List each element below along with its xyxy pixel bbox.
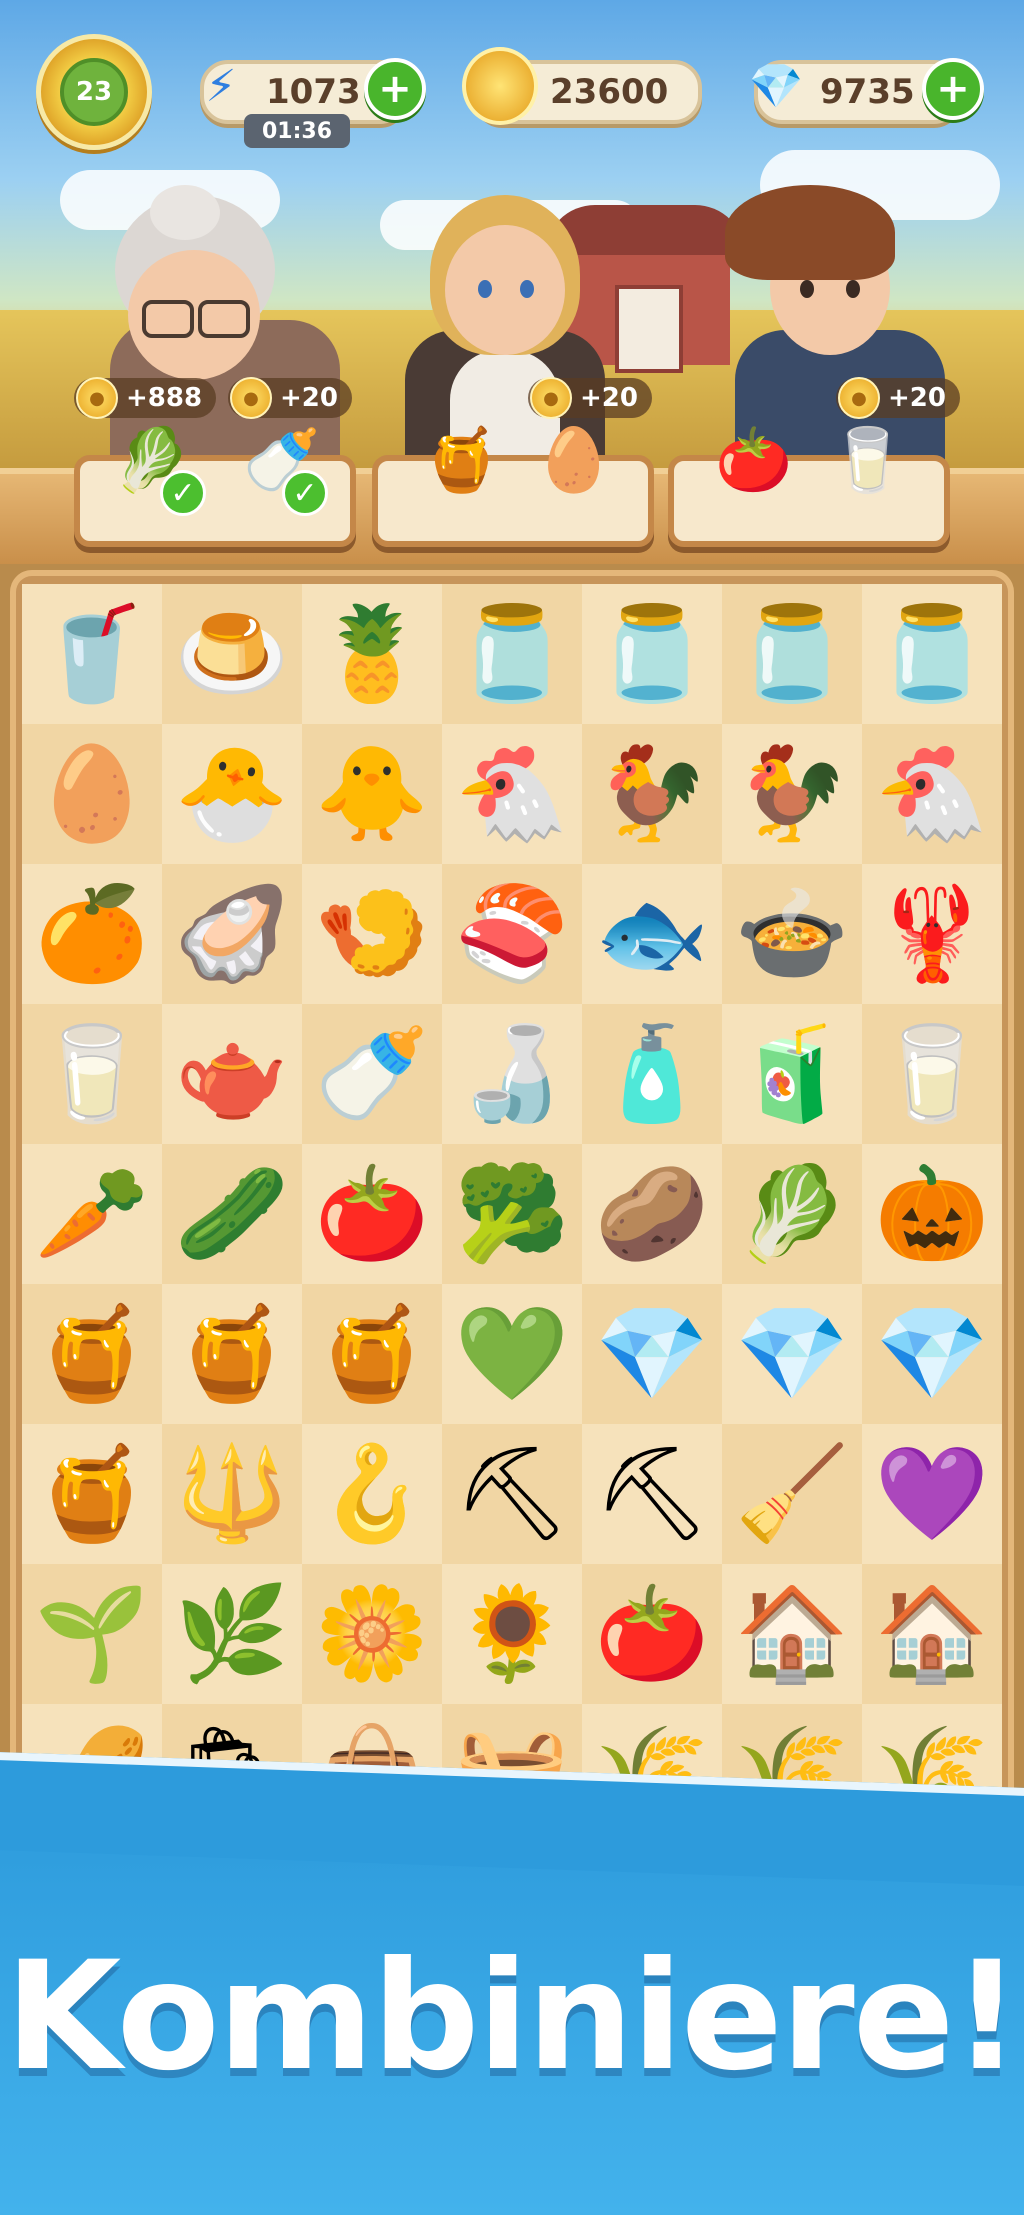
hand-fork-icon[interactable]: 🔱 [162,1424,302,1564]
coin-icon: ● [76,377,118,419]
coin-icon: ● [838,377,880,419]
hatching-chick-icon[interactable]: 🐣 [162,724,302,864]
jam-jar-ribbon-icon[interactable]: 🫙 [862,584,1002,724]
seedling-icon[interactable]: 🌿 [162,1564,302,1704]
egg-icon[interactable]: 🥚 [22,724,162,864]
checkmark-icon: ✓ [282,470,328,516]
purple-crystal-icon[interactable]: 💜 [862,1424,1002,1564]
coin-icon: ● [230,377,272,419]
seafood-stew-icon[interactable]: 🍲 [722,864,862,1004]
milk-jug-icon[interactable]: 🫖 [162,1004,302,1144]
pumpkin-icon[interactable]: 🎃 [862,1144,1002,1284]
level-number: 23 [60,58,128,126]
order-reward: ● +20 [528,377,652,419]
add-gems-button[interactable]: + [922,58,984,120]
order-reward: ● +20 [836,377,960,419]
salmon-plate-icon[interactable]: 🍣 [442,864,582,1004]
oyster-icon[interactable]: 🦪 [162,864,302,1004]
player-level-badge[interactable]: 23 [36,34,152,150]
jam-jar-icon[interactable]: 🫙 [442,584,582,724]
chick-icon[interactable]: 🐥 [302,724,442,864]
pineapple-bowl-icon[interactable]: 🍍 [302,584,442,724]
honey-pot-icon[interactable]: 🍯 [22,1424,162,1564]
tomato-plant-icon[interactable]: 🍅 [582,1564,722,1704]
coin-icon: ● [530,377,572,419]
broccoli-icon[interactable]: 🥦 [442,1144,582,1284]
energy-timer: 01:36 [244,114,350,148]
rooster-icon[interactable]: 🐓 [582,724,722,864]
shrimp-plate-icon[interactable]: 🍤 [302,864,442,1004]
milk-jar-icon[interactable]: 🧴 [582,1004,722,1144]
milk-flask-icon[interactable]: 🍶 [442,1004,582,1144]
greenhouse-icon[interactable]: 🏠 [862,1564,1002,1704]
checkmark-icon: ✓ [160,470,206,516]
jam-jar-tied-icon[interactable]: 🫙 [582,584,722,724]
slogan-text: Kombiniere! [5,1930,1021,2104]
order-reward: ● +888 [74,377,217,419]
sprout-icon[interactable]: 🌱 [22,1564,162,1704]
milk-carton-icon[interactable]: 🧃 [722,1004,862,1144]
white-hen-icon[interactable]: 🐔 [862,724,1002,864]
shovel-icon[interactable]: ⛏ [582,1424,722,1564]
fish-plate-icon[interactable]: 🐟 [582,864,722,1004]
rake-icon[interactable]: 🧹 [722,1424,862,1564]
brown-hen-icon[interactable]: 🐓 [722,724,862,864]
roe-bowl-icon[interactable]: 🍊 [22,864,162,1004]
hen-icon[interactable]: 🐔 [442,724,582,864]
honeycomb-icon[interactable]: 🍯 [22,1284,162,1424]
order-reward: ● +20 [228,377,352,419]
cabbage-icon[interactable]: 🥬 [722,1144,862,1284]
energy-bolt-icon: ⚡ [205,60,237,112]
tomato-icon[interactable]: 🍅 [712,418,796,502]
honey-jar-icon[interactable]: 🍯 [420,418,504,502]
sickle-icon[interactable]: 🪝 [302,1424,442,1564]
coin-icon [462,46,538,126]
gem-icon: 💎 [748,61,804,112]
tomato-icon[interactable]: 🍅 [302,1144,442,1284]
pudding-bowl-icon[interactable]: 🍮 [162,584,302,724]
honey-bowl-icon[interactable]: 🍯 [162,1284,302,1424]
tomato-flower-plant-icon[interactable]: 🌻 [442,1564,582,1704]
milk-carton-icon[interactable]: 🥛 [826,418,910,502]
add-energy-button[interactable]: + [364,58,426,120]
carrot-icon[interactable]: 🥕 [22,1144,162,1284]
red-crystal-icon[interactable]: 💎 [862,1284,1002,1424]
flowering-plant-icon[interactable]: 🌼 [302,1564,442,1704]
green-crystal-icon[interactable]: 💚 [442,1284,582,1424]
lobster-plate-icon[interactable]: 🦞 [862,864,1002,1004]
teal-crystal-icon[interactable]: 💎 [582,1284,722,1424]
cucumber-icon[interactable]: 🥒 [162,1144,302,1284]
hoe-icon[interactable]: ⛏ [442,1424,582,1564]
blue-crystal-icon[interactable]: 💎 [722,1284,862,1424]
milk-glass-icon[interactable]: 🥛 [22,1004,162,1144]
potato-icon[interactable]: 🥔 [582,1144,722,1284]
egg-icon[interactable]: 🥚 [532,418,616,502]
honey-jar-icon[interactable]: 🍯 [302,1284,442,1424]
juice-glass-icon[interactable]: 🥤 [22,584,162,724]
jam-jar-covered-icon[interactable]: 🫙 [722,584,862,724]
cow-milk-carton-icon[interactable]: 🥛 [862,1004,1002,1144]
milk-bottle-icon[interactable]: 🍼 [302,1004,442,1144]
small-greenhouse-icon[interactable]: 🏠 [722,1564,862,1704]
